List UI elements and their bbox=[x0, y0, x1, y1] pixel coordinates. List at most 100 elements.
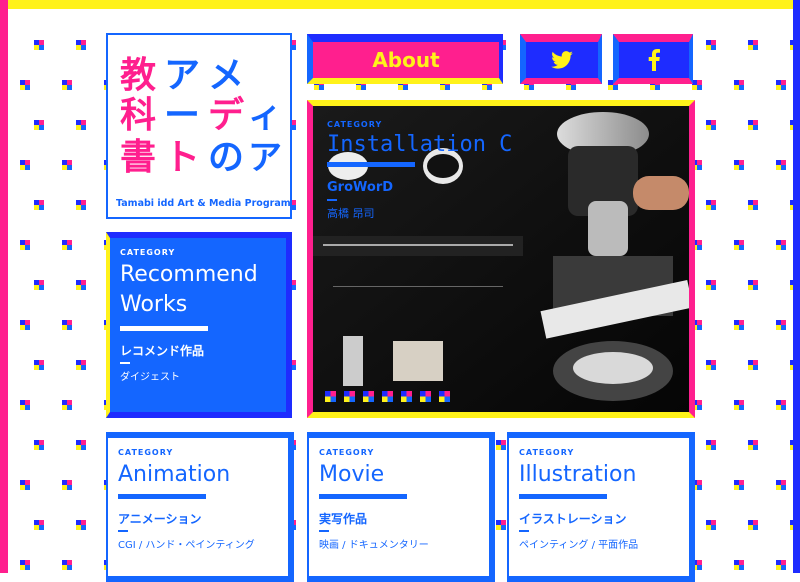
top-accent-bar bbox=[0, 0, 800, 9]
card-japanese-title: イラストレーション bbox=[519, 512, 627, 526]
pattern-mark bbox=[776, 320, 786, 330]
hero-person: 高橋 昂司 bbox=[327, 207, 375, 220]
card-title: Animation bbox=[118, 462, 231, 487]
pattern-mark bbox=[748, 40, 758, 50]
svg-text:ィ: ィ bbox=[248, 96, 282, 136]
pattern-mark bbox=[706, 200, 716, 210]
pattern-mark bbox=[76, 360, 86, 370]
pattern-mark bbox=[734, 160, 744, 170]
card-description: CGI / ハンド・ペインティング bbox=[118, 540, 255, 551]
slide-dot[interactable] bbox=[382, 391, 393, 402]
svg-text:書: 書 bbox=[120, 137, 156, 178]
card-title: Recommend Works bbox=[120, 262, 258, 317]
card-description: 映画 / ドキュメンタリー bbox=[319, 540, 429, 551]
twitter-button[interactable] bbox=[520, 34, 602, 84]
pattern-mark bbox=[34, 440, 44, 450]
facebook-button[interactable] bbox=[613, 34, 693, 84]
pattern-mark bbox=[62, 480, 72, 490]
svg-text:ア: ア bbox=[248, 138, 282, 178]
pattern-mark bbox=[62, 400, 72, 410]
card-description: ペインティング / 平面作品 bbox=[519, 540, 639, 551]
svg-text:メ: メ bbox=[208, 55, 244, 96]
twitter-bird-icon bbox=[551, 51, 573, 69]
card-title-underline bbox=[120, 326, 208, 331]
pattern-mark bbox=[76, 40, 86, 50]
pattern-mark bbox=[748, 120, 758, 130]
pattern-mark bbox=[706, 520, 716, 530]
card-title-underline bbox=[519, 494, 607, 499]
hero-title[interactable]: Installation C bbox=[327, 132, 512, 157]
pattern-mark bbox=[776, 560, 786, 570]
pattern-mark bbox=[776, 400, 786, 410]
pattern-mark bbox=[62, 240, 72, 250]
pattern-mark bbox=[706, 360, 716, 370]
card-japanese-title: 実写作品 bbox=[319, 512, 368, 526]
category-card-recommend[interactable]: CATEGORY Recommend Works レコメンド作品 ダイジェスト bbox=[106, 232, 292, 418]
pattern-mark bbox=[20, 240, 30, 250]
card-title-underline bbox=[319, 494, 407, 499]
slide-dot[interactable] bbox=[401, 391, 412, 402]
pattern-mark bbox=[20, 480, 30, 490]
card-divider bbox=[118, 530, 128, 532]
pattern-mark bbox=[734, 240, 744, 250]
slide-dot[interactable] bbox=[325, 391, 336, 402]
pattern-mark bbox=[76, 280, 86, 290]
pattern-mark bbox=[734, 400, 744, 410]
slide-dot[interactable] bbox=[344, 391, 355, 402]
card-title: Illustration bbox=[519, 462, 637, 487]
pattern-mark bbox=[706, 440, 716, 450]
pattern-mark bbox=[776, 480, 786, 490]
card-japanese-title: レコメンド作品 bbox=[120, 344, 205, 358]
pattern-mark bbox=[76, 520, 86, 530]
pattern-mark bbox=[706, 120, 716, 130]
pattern-mark bbox=[20, 80, 30, 90]
pattern-mark bbox=[62, 320, 72, 330]
pattern-mark bbox=[776, 80, 786, 90]
hero-category-label: CATEGORY bbox=[327, 120, 383, 129]
slide-dot[interactable] bbox=[420, 391, 431, 402]
category-card-animation[interactable]: CATEGORY Animation アニメーション CGI / ハンド・ペイン… bbox=[106, 432, 294, 582]
left-accent-bar bbox=[0, 0, 8, 573]
svg-text:ア: ア bbox=[164, 55, 200, 96]
pattern-mark bbox=[76, 120, 86, 130]
card-category-label: CATEGORY bbox=[118, 448, 174, 457]
pattern-mark bbox=[76, 200, 86, 210]
pattern-mark bbox=[706, 280, 716, 290]
pattern-mark bbox=[748, 440, 758, 450]
pattern-mark bbox=[692, 80, 702, 90]
site-logo[interactable]: 教 科 書 ア ー ト メ デ の ィ ア Tamabi idd Art & M… bbox=[106, 33, 292, 219]
pattern-mark bbox=[496, 440, 506, 450]
card-japanese-title: アニメーション bbox=[118, 512, 202, 526]
card-title: Movie bbox=[319, 462, 385, 487]
pattern-mark bbox=[34, 280, 44, 290]
pattern-mark bbox=[34, 360, 44, 370]
card-description: ダイジェスト bbox=[120, 372, 180, 383]
category-card-movie[interactable]: CATEGORY Movie 実写作品 映画 / ドキュメンタリー bbox=[307, 432, 495, 582]
pattern-mark bbox=[20, 560, 30, 570]
about-button[interactable]: About bbox=[307, 34, 503, 84]
category-card-illustration[interactable]: CATEGORY Illustration イラストレーション ペインティング … bbox=[507, 432, 695, 582]
svg-text:の: の bbox=[208, 137, 244, 178]
pattern-mark bbox=[496, 520, 506, 530]
svg-text:デ: デ bbox=[208, 94, 245, 136]
facebook-f-icon bbox=[648, 49, 660, 71]
hero-artist: GroWorD bbox=[327, 180, 394, 195]
card-divider bbox=[519, 530, 529, 532]
pattern-mark bbox=[20, 320, 30, 330]
slide-dot[interactable] bbox=[439, 391, 450, 402]
pattern-mark bbox=[34, 200, 44, 210]
pattern-mark bbox=[62, 560, 72, 570]
featured-work-slide[interactable]: CATEGORY Installation C GroWorD 高橋 昂司 bbox=[307, 100, 695, 418]
slide-dot[interactable] bbox=[363, 391, 374, 402]
card-category-label: CATEGORY bbox=[319, 448, 375, 457]
right-accent-bar bbox=[793, 0, 800, 573]
pattern-mark bbox=[776, 240, 786, 250]
slide-indicators bbox=[325, 391, 450, 402]
svg-text:ー: ー bbox=[164, 95, 200, 136]
pattern-mark bbox=[20, 400, 30, 410]
pattern-mark bbox=[76, 440, 86, 450]
logo-lettering: 教 科 書 ア ー ト メ デ の ィ ア bbox=[120, 55, 282, 178]
pattern-mark bbox=[776, 160, 786, 170]
card-divider bbox=[319, 530, 329, 532]
svg-text:科: 科 bbox=[120, 95, 156, 136]
